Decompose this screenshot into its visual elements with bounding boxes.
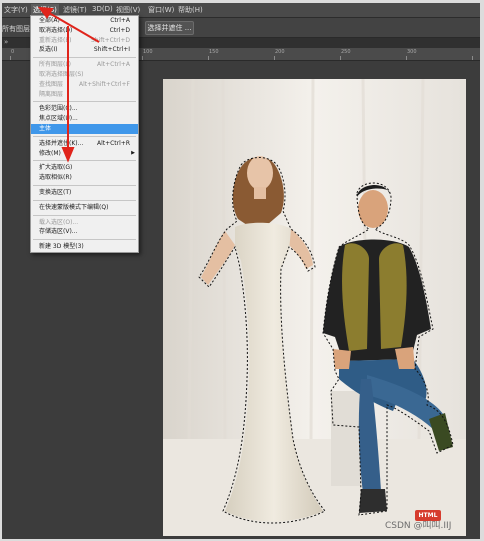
select-menu-item[interactable]: 主体	[31, 123, 138, 134]
menu-item-shortcut: Alt+Shift+Ctrl+F	[79, 80, 130, 88]
select-menu-dropdown: 全部(A) Ctrl+A 取消选择(D) Ctrl+D 重新选择(E) Shift+Ctr…	[30, 15, 139, 253]
menu-3d[interactable]: 3D(D)	[92, 5, 113, 13]
menu-separator	[33, 239, 136, 241]
menu-item-shortcut: Shift+Ctrl+I	[93, 46, 130, 54]
select-menu-item[interactable]: 所有图层(L) Alt+Ctrl+A	[31, 60, 138, 70]
select-menu-item[interactable]: 选取相似(R)	[31, 173, 138, 183]
menu-help[interactable]: 帮助(H)	[178, 5, 203, 15]
ruler-tick	[10, 56, 11, 60]
ruler-label: 200	[275, 49, 285, 55]
menu-separator	[33, 214, 136, 216]
ruler-label: 250	[341, 49, 351, 55]
menu-item-shortcut: Shift+Ctrl+D	[91, 36, 130, 44]
menu-item-label: 扩大选取(G)	[39, 164, 73, 172]
select-menu-item[interactable]: 全部(A) Ctrl+A	[31, 16, 138, 26]
menu-item-label: 主体	[39, 124, 52, 132]
submenu-arrow-icon: ▶	[131, 149, 135, 156]
ruler-tick	[340, 56, 341, 60]
menu-filter[interactable]: 滤镜(T)	[63, 5, 87, 15]
menu-item-label: 载入选区(O)...	[39, 218, 79, 226]
ruler-tick	[208, 56, 209, 60]
menu-item-label: 取消选择(D)	[39, 26, 73, 34]
watermark-text: CSDN @叫叫.IIJ	[385, 521, 452, 531]
menu-item-label: 色彩范围(C)...	[39, 105, 78, 113]
select-menu-item[interactable]: 选择并遮住(K)... Alt+Ctrl+R	[31, 139, 138, 149]
menu-view[interactable]: 视图(V)	[116, 5, 140, 15]
select-menu-item[interactable]: 存储选区(V)...	[31, 227, 138, 237]
menu-separator	[33, 199, 136, 201]
select-menu-item[interactable]: 隔离图层	[31, 90, 138, 100]
menu-item-shortcut: Alt+Ctrl+R	[96, 139, 130, 147]
menu-item-shortcut: Alt+Ctrl+A	[97, 61, 130, 69]
menu-item-label: 变换选区(T)	[39, 188, 72, 196]
select-menu-item[interactable]: 取消选择(D) Ctrl+D	[31, 26, 138, 36]
select-menu-item[interactable]: 重新选择(E) Shift+Ctrl+D	[31, 36, 138, 46]
select-and-mask-button[interactable]: 选择并遮住 ...	[145, 21, 194, 35]
menu-item-label: 选取相似(R)	[39, 174, 72, 182]
select-menu-item[interactable]: 在快速蒙版模式下编辑(Q)	[31, 203, 138, 213]
document-photo[interactable]	[163, 79, 466, 536]
menu-item-label: 所有图层(L)	[39, 61, 72, 69]
menu-item-label: 焦点区域(U)...	[39, 115, 78, 123]
menu-item-label: 查找图层	[39, 80, 64, 88]
ruler-tick	[472, 56, 473, 60]
ruler-label: 150	[209, 49, 219, 55]
select-menu-item[interactable]: 查找图层 Alt+Shift+Ctrl+F	[31, 80, 138, 90]
menu-item-label: 新建 3D 模型(3)	[39, 243, 84, 251]
menu-window[interactable]: 窗口(W)	[148, 5, 174, 15]
menu-item-label: 取消选择图层(S)	[39, 70, 84, 78]
select-menu-item[interactable]: 修改(M) ▶	[31, 149, 138, 159]
menu-item-label: 重新选择(E)	[39, 36, 72, 44]
menu-separator	[33, 135, 136, 137]
menu-item-label: 修改(M)	[39, 149, 61, 157]
menu-separator	[33, 184, 136, 186]
menu-item-label: 隔离图层	[39, 90, 64, 98]
select-menu-item[interactable]: 反选(I) Shift+Ctrl+I	[31, 45, 138, 55]
select-menu-item[interactable]: 色彩范围(C)...	[31, 104, 138, 114]
menu-separator	[33, 160, 136, 162]
ruler-tick	[406, 56, 407, 60]
select-menu-item[interactable]: 新建 3D 模型(3)	[31, 242, 138, 252]
select-menu-item[interactable]: 变换选区(T)	[31, 188, 138, 198]
ruler-label: 100	[143, 49, 153, 55]
select-menu-item[interactable]: 载入选区(O)...	[31, 218, 138, 228]
menu-item-shortcut: Ctrl+D	[109, 26, 130, 34]
menu-separator	[33, 101, 136, 103]
tab-collapse-icon[interactable]: »	[4, 38, 8, 46]
menu-item-label: 反选(I)	[39, 46, 58, 54]
select-menu-item[interactable]: 取消选择图层(S)	[31, 70, 138, 80]
menu-type[interactable]: 文字(Y)	[4, 5, 28, 15]
ruler-tick	[142, 56, 143, 60]
menu-item-label: 在快速蒙版模式下编辑(Q)	[39, 203, 109, 211]
ruler-label: 300	[407, 49, 417, 55]
select-menu-item[interactable]: 扩大选取(G)	[31, 163, 138, 173]
ruler-label: 0	[11, 49, 15, 55]
menu-separator	[33, 57, 136, 59]
menu-item-shortcut: Ctrl+A	[110, 17, 130, 24]
select-menu-item[interactable]: 焦点区域(U)...	[31, 114, 138, 124]
menu-item-label: 选择并遮住(K)...	[39, 139, 84, 147]
menu-item-label: 存储选区(V)...	[39, 228, 78, 236]
menu-item-label: 全部(A)	[39, 17, 60, 24]
ruler-tick	[274, 56, 275, 60]
